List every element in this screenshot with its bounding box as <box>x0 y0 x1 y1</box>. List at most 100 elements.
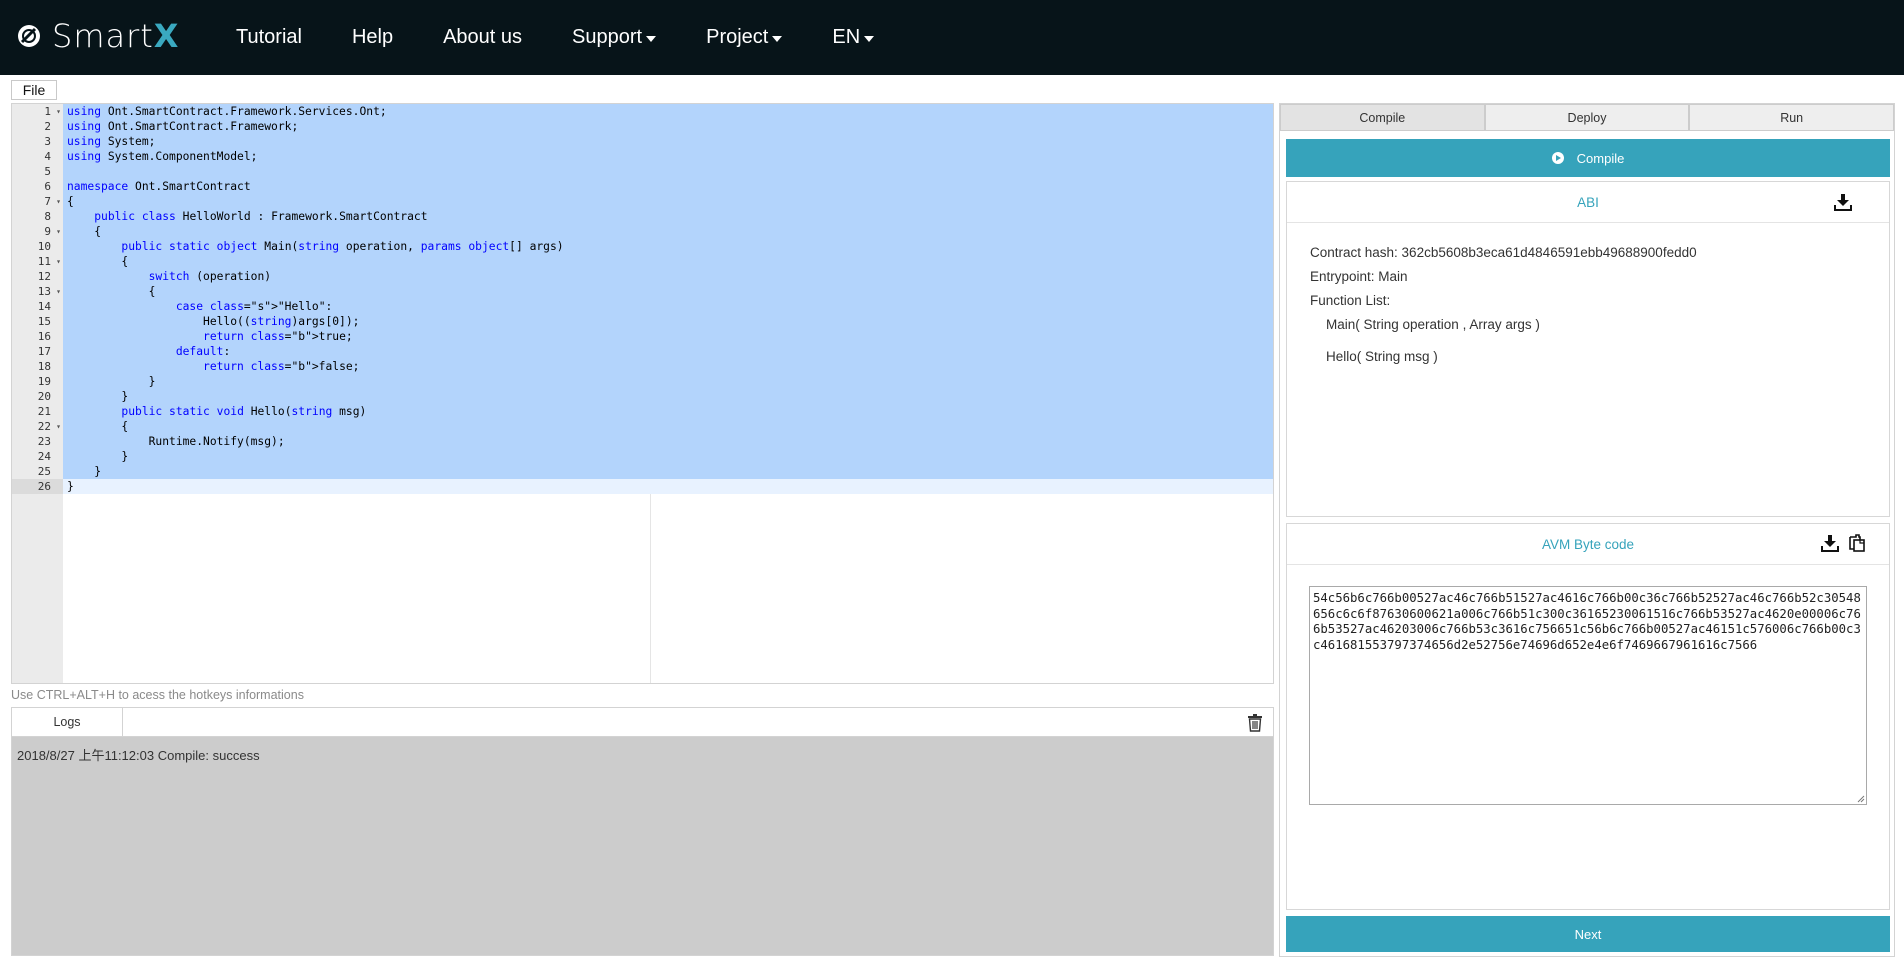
caret-down-icon <box>646 35 657 42</box>
caret-down-icon <box>864 35 875 42</box>
code-line[interactable]: using Ont.SmartContract.Framework.Servic… <box>63 104 1273 119</box>
code-line[interactable]: using Ont.SmartContract.Framework; <box>63 119 1273 134</box>
brand-name: SmartX <box>52 17 180 55</box>
compile-button[interactable]: Compile <box>1286 139 1890 177</box>
line-number: 18 <box>37 360 51 373</box>
tab-deploy[interactable]: Deploy <box>1484 104 1690 131</box>
code-line[interactable]: } <box>63 374 1273 389</box>
code-line[interactable]: namespace Ont.SmartContract <box>63 179 1273 194</box>
navbar: SmartX Tutorial Help About us Support Pr… <box>0 0 1904 75</box>
fold-toggle-icon[interactable]: ▾ <box>56 104 61 119</box>
line-number: 19 <box>37 375 51 388</box>
file-menu-button[interactable]: File <box>11 80 57 100</box>
code-line[interactable]: using System.ComponentModel; <box>63 149 1273 164</box>
tab-logs[interactable]: Logs <box>12 708 123 736</box>
code-line[interactable]: } <box>63 389 1273 404</box>
line-number: 3 <box>44 135 51 148</box>
line-number: 12 <box>37 270 51 283</box>
code-line[interactable]: } <box>63 479 1273 494</box>
line-number: 4 <box>44 150 51 163</box>
code-line[interactable]: public static void Hello(string msg) <box>63 404 1273 419</box>
line-number: 5 <box>44 165 51 178</box>
line-number: 7 ▾ <box>44 194 61 209</box>
download-icon[interactable] <box>1821 534 1839 552</box>
code-line[interactable] <box>63 164 1273 179</box>
panel-tabs: Compile Deploy Run <box>1280 104 1895 132</box>
tab-run[interactable]: Run <box>1689 104 1895 131</box>
code-line[interactable]: { <box>63 254 1273 269</box>
entrypoint: Entrypoint: Main <box>1310 269 1408 284</box>
code-line[interactable]: case class="s">"Hello": <box>63 299 1273 314</box>
copy-icon[interactable] <box>1847 534 1865 552</box>
hotkeys-hint: Use CTRL+ALT+H to acess the hotkeys info… <box>11 688 304 702</box>
line-number: 24 <box>37 450 51 463</box>
code-line[interactable]: return class="b">true; <box>63 329 1273 344</box>
code-line[interactable]: } <box>63 449 1273 464</box>
code-line[interactable]: using System; <box>63 134 1273 149</box>
fold-toggle-icon[interactable]: ▾ <box>56 284 61 299</box>
brand-logo[interactable]: SmartX <box>16 14 179 58</box>
line-number: 16 <box>37 330 51 343</box>
fold-toggle-icon[interactable]: ▾ <box>56 194 61 209</box>
code-line[interactable]: } <box>63 464 1273 479</box>
code-line[interactable]: default: <box>63 344 1273 359</box>
line-number: 20 <box>37 390 51 403</box>
bytecode-textarea[interactable]: 54c56b6c766b00527ac46c766b51527ac4616c76… <box>1309 586 1867 805</box>
caret-down-icon <box>772 35 783 42</box>
line-number: 17 <box>37 345 51 358</box>
editor-gutter: 1 ▾ 2 3 4 5 6 7 ▾ 8 9 ▾ 10 11 ▾ 12 13 ▾ 14 15 16 17 18 19 20 21 22… <box>12 104 63 683</box>
line-number: 6 <box>44 180 51 193</box>
logo-icon <box>18 25 40 47</box>
logs-body: 2018/8/27 上午11:12:03 Compile: success <box>12 737 1273 955</box>
code-line[interactable]: { <box>63 194 1273 209</box>
line-number: 11 ▾ <box>37 254 61 269</box>
line-number: 14 <box>37 300 51 313</box>
avm-bytecode-section: AVM Byte code 54c56b6c766b00527ac46c766b… <box>1286 523 1890 910</box>
code-line[interactable]: Runtime.Notify(msg); <box>63 434 1273 449</box>
line-number: 21 <box>37 405 51 418</box>
nav-about-us[interactable]: About us <box>443 26 522 49</box>
main-nav: Tutorial Help About us Support Project E… <box>236 0 924 75</box>
line-number: 15 <box>37 315 51 328</box>
abi-section: ABI Contract hash: 362cb5608b3eca61d4846… <box>1286 181 1890 517</box>
abi-title: ABI <box>1287 182 1889 223</box>
trash-icon[interactable] <box>1247 714 1263 732</box>
code-editor[interactable]: 1 ▾ 2 3 4 5 6 7 ▾ 8 9 ▾ 10 11 ▾ 12 13 ▾ 14 15 16 17 18 19 20 21 22… <box>11 103 1274 684</box>
fold-toggle-icon[interactable]: ▾ <box>56 254 61 269</box>
fold-toggle-icon[interactable]: ▾ <box>56 224 61 239</box>
bytecode-text: 54c56b6c766b00527ac46c766b51527ac4616c76… <box>1313 591 1861 652</box>
resize-handle-icon[interactable] <box>1857 795 1865 803</box>
line-number: 2 <box>44 120 51 133</box>
contract-panel: Compile Deploy Run Compile ABI Contract … <box>1279 103 1895 957</box>
next-button[interactable]: Next <box>1286 916 1890 952</box>
play-icon <box>1551 152 1564 164</box>
nav-project-dropdown[interactable]: Project <box>706 26 783 49</box>
nav-language-dropdown[interactable]: EN <box>832 26 875 49</box>
code-line[interactable]: public static object Main(string operati… <box>63 239 1273 254</box>
logs-panel: Logs 2018/8/27 上午11:12:03 Compile: succe… <box>11 707 1274 956</box>
line-number: 1 ▾ <box>44 104 61 119</box>
editor-code-area[interactable]: using Ont.SmartContract.Framework.Servic… <box>63 104 1273 494</box>
nav-support-dropdown[interactable]: Support <box>572 26 657 49</box>
editor-divider <box>650 494 651 683</box>
line-number: 8 <box>44 210 51 223</box>
code-line[interactable]: { <box>63 224 1273 239</box>
code-line[interactable]: { <box>63 284 1273 299</box>
code-line[interactable]: Hello((string)args[0]); <box>63 314 1273 329</box>
code-line[interactable]: return class="b">false; <box>63 359 1273 374</box>
code-line[interactable]: switch (operation) <box>63 269 1273 284</box>
tab-compile[interactable]: Compile <box>1280 104 1485 131</box>
code-line[interactable]: public class HelloWorld : Framework.Smar… <box>63 209 1273 224</box>
line-number: 23 <box>37 435 51 448</box>
nav-tutorial[interactable]: Tutorial <box>236 26 302 49</box>
fold-toggle-icon[interactable]: ▾ <box>56 419 61 434</box>
abi-content: Contract hash: 362cb5608b3eca61d4846591e… <box>1310 245 1697 381</box>
download-icon[interactable] <box>1834 193 1852 211</box>
nav-help[interactable]: Help <box>352 26 393 49</box>
logs-header: Logs <box>12 708 1273 737</box>
function-item: Hello( String msg ) <box>1326 349 1438 364</box>
line-number: 22 ▾ <box>37 419 61 434</box>
function-item: Main( String operation , Array args ) <box>1326 317 1540 332</box>
line-number: 9 ▾ <box>44 224 61 239</box>
code-line[interactable]: { <box>63 419 1273 434</box>
